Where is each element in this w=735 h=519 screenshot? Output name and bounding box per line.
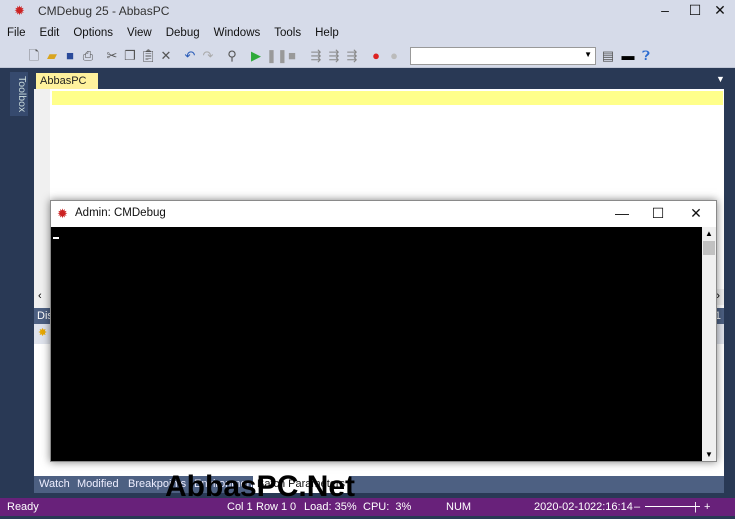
document-tab[interactable]: AbbasPC ✕ (36, 73, 98, 100)
undo-icon[interactable]: ↶ (182, 48, 198, 64)
tab-modified[interactable]: Modified (77, 478, 119, 490)
menu-windows[interactable]: Windows (207, 22, 268, 39)
menu-edit[interactable]: Edit (33, 22, 67, 39)
console-window: ✹ Admin: CMDebug — ☐ ✕ ▲ ▼ (50, 200, 717, 462)
scroll-up-icon[interactable]: ▲ (705, 229, 713, 238)
chevron-down-icon: ▼ (584, 50, 592, 59)
status-cpu: CPU: 3% (363, 501, 412, 513)
status-time: 22:16:14 (590, 501, 633, 513)
find-icon[interactable]: ⚲ (224, 48, 240, 64)
menu-help[interactable]: Help (308, 22, 346, 39)
tab-watch[interactable]: Watch (39, 478, 70, 490)
pause-icon[interactable]: ❚❚ (266, 48, 288, 64)
toolbar: 🗋 ▰ ■ ⎙ ✂ ❐ 📋︎ ✕ ↶ ↷ ⚲ ▶ ❚❚ ■ ⇶ ⇶ ⇶ ● ● … (0, 44, 735, 68)
console-close-button[interactable]: ✕ (681, 205, 711, 223)
new-file-icon[interactable]: 🗋 (26, 48, 42, 64)
menu-file[interactable]: File (0, 22, 33, 39)
zoom-out-button[interactable]: – (634, 501, 640, 513)
text-cursor (53, 237, 59, 239)
app-logo-icon: ✹ (14, 3, 25, 18)
stop-icon[interactable]: ■ (284, 48, 300, 64)
new-item-icon[interactable]: ✸ (38, 326, 47, 339)
save-icon[interactable]: ■ (62, 48, 78, 64)
step-over-icon[interactable]: ⇶ (326, 48, 342, 64)
menu-options[interactable]: Options (66, 22, 120, 39)
open-folder-icon[interactable]: ▰ (44, 48, 60, 64)
delete-icon[interactable]: ✕ (158, 48, 174, 64)
status-num: NUM (446, 501, 472, 513)
tab-label: AbbasPC (40, 75, 87, 87)
redo-icon[interactable]: ↷ (200, 48, 216, 64)
toolbox-tab[interactable]: Toolbox (10, 72, 28, 116)
menu-debug[interactable]: Debug (159, 22, 207, 39)
title-bar: ✹ CMDebug 25 - AbbasPC – ☐ ✕ (0, 0, 735, 22)
console-maximize-button[interactable]: ☐ (643, 205, 673, 223)
close-button[interactable]: ✕ (705, 2, 735, 20)
help-icon[interactable]: ❓︎ (638, 48, 654, 64)
paste-icon[interactable]: 📋︎ (140, 48, 157, 64)
scroll-left-icon[interactable]: ‹ (38, 290, 42, 302)
step-out-icon[interactable]: ⇶ (344, 48, 360, 64)
menu-view[interactable]: View (120, 22, 159, 39)
breakpoint-icon[interactable]: ● (368, 48, 384, 64)
app-logo-icon: ✹ (57, 206, 68, 221)
minimize-button[interactable]: – (650, 2, 680, 20)
console-scrollbar[interactable]: ▲ ▼ (702, 227, 716, 461)
scroll-thumb[interactable] (703, 241, 715, 255)
console-icon[interactable]: ▬ (620, 48, 636, 64)
window-title: CMDebug 25 - AbbasPC (38, 4, 170, 18)
status-bar: Ready Col 1 Row 1 0 Load: 35% CPU: 3% NU… (0, 498, 735, 516)
zoom-slider-thumb[interactable]: | (694, 501, 697, 513)
current-line-highlight (52, 91, 723, 105)
cut-icon[interactable]: ✂ (104, 48, 120, 64)
zoom-slider[interactable] (645, 506, 700, 507)
clear-breakpoint-icon[interactable]: ● (386, 48, 402, 64)
copy-icon[interactable]: ❐ (122, 48, 138, 64)
scroll-down-icon[interactable]: ▼ (705, 450, 713, 459)
console-output[interactable] (51, 227, 702, 461)
menu-bar: File Edit Options View Debug Windows Tools Help (0, 22, 735, 44)
menu-tools[interactable]: Tools (267, 22, 308, 39)
print-icon[interactable]: ⎙ (80, 48, 96, 64)
properties-icon[interactable]: ▤ (600, 48, 616, 64)
run-icon[interactable]: ▶ (248, 48, 264, 64)
tab-list-dropdown-icon[interactable]: ▼ (716, 74, 725, 84)
console-minimize-button[interactable]: — (607, 205, 637, 223)
zoom-in-button[interactable]: + (704, 501, 710, 513)
watermark: AbbasPC.Net (165, 470, 356, 503)
status-date: 2020-02-10 (534, 501, 591, 513)
step-into-icon[interactable]: ⇶ (308, 48, 324, 64)
toolbar-combo[interactable]: ▼ (410, 47, 596, 65)
bottom-tabs: Watch Modified Breakpoints Environment B… (34, 476, 724, 493)
status-ready: Ready (7, 501, 39, 513)
editor-gutter (34, 89, 50, 308)
console-title: Admin: CMDebug (75, 207, 166, 219)
